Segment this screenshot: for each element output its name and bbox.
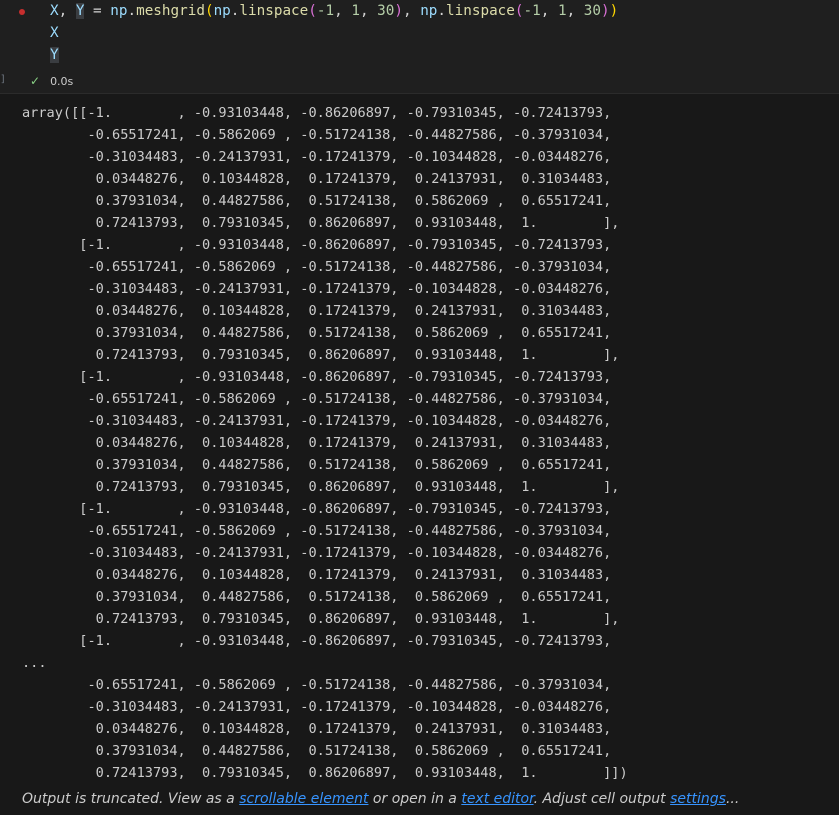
code-line-2[interactable]: X xyxy=(50,22,59,44)
truncation-text: . Adjust cell output xyxy=(533,791,671,807)
execution-duration: 0.0s xyxy=(50,75,74,88)
code-token: 30 xyxy=(583,3,601,19)
truncation-notice: Output is truncated. View as a scrollabl… xyxy=(22,789,739,809)
code-token: np xyxy=(110,3,128,19)
code-token: , xyxy=(359,3,378,19)
code-token: 1 xyxy=(351,3,360,19)
code-line-1[interactable]: X, Y = np.meshgrid(np.linspace(-1, 1, 30… xyxy=(50,0,618,22)
code-token: ) xyxy=(609,3,619,19)
truncation-text: Output is truncated. View as a xyxy=(22,791,240,807)
code-token: . xyxy=(437,3,447,19)
code-token: -1 xyxy=(316,3,335,19)
code-token: , xyxy=(402,3,421,19)
code-token: meshgrid xyxy=(136,3,205,19)
code-token: np xyxy=(213,3,231,19)
code-cell[interactable]: ] X, Y = np.meshgrid(np.linspace(-1, 1, … xyxy=(0,0,839,94)
code-token: ( xyxy=(204,3,214,19)
cell-state-dot-icon[interactable] xyxy=(19,9,25,15)
code-token: -1 xyxy=(523,3,541,19)
execution-count-bracket: ] xyxy=(0,74,7,85)
truncation-text: or open in a xyxy=(368,791,462,807)
code-token: , xyxy=(58,3,76,19)
code-token: X xyxy=(50,3,59,19)
text-editor-link[interactable]: text editor xyxy=(461,791,533,807)
code-line-3[interactable]: Y xyxy=(50,44,59,66)
code-token: . xyxy=(127,3,137,19)
cell-output[interactable]: array([[-1. , -0.93103448, -0.86206897, … xyxy=(0,94,839,815)
code-token: , xyxy=(566,3,584,19)
code-token: , xyxy=(334,3,352,19)
code-token: = xyxy=(84,3,111,19)
output-text: array([[-1. , -0.93103448, -0.86206897, … xyxy=(22,105,628,781)
settings-link[interactable]: settings xyxy=(670,791,726,807)
code-token: X xyxy=(50,25,59,41)
code-token: ( xyxy=(514,3,524,19)
execution-status: ✓ 0.0s xyxy=(30,73,73,89)
code-token: , xyxy=(540,3,558,19)
code-token: 30 xyxy=(377,3,395,19)
code-token: linspace xyxy=(446,3,515,19)
code-token: ( xyxy=(308,3,317,19)
code-token: np xyxy=(420,3,438,19)
scrollable-element-link[interactable]: scrollable element xyxy=(239,791,368,807)
code-editor[interactable]: X, Y = np.meshgrid(np.linspace(-1, 1, 30… xyxy=(40,0,839,70)
code-token: ) xyxy=(394,3,403,19)
code-token: linspace xyxy=(239,3,309,19)
checkmark-icon: ✓ xyxy=(30,74,41,88)
code-token: ) xyxy=(601,3,610,19)
truncation-ellipsis: ... xyxy=(725,791,740,807)
code-token-selected: Y xyxy=(50,47,59,63)
code-token: 1 xyxy=(557,3,567,19)
